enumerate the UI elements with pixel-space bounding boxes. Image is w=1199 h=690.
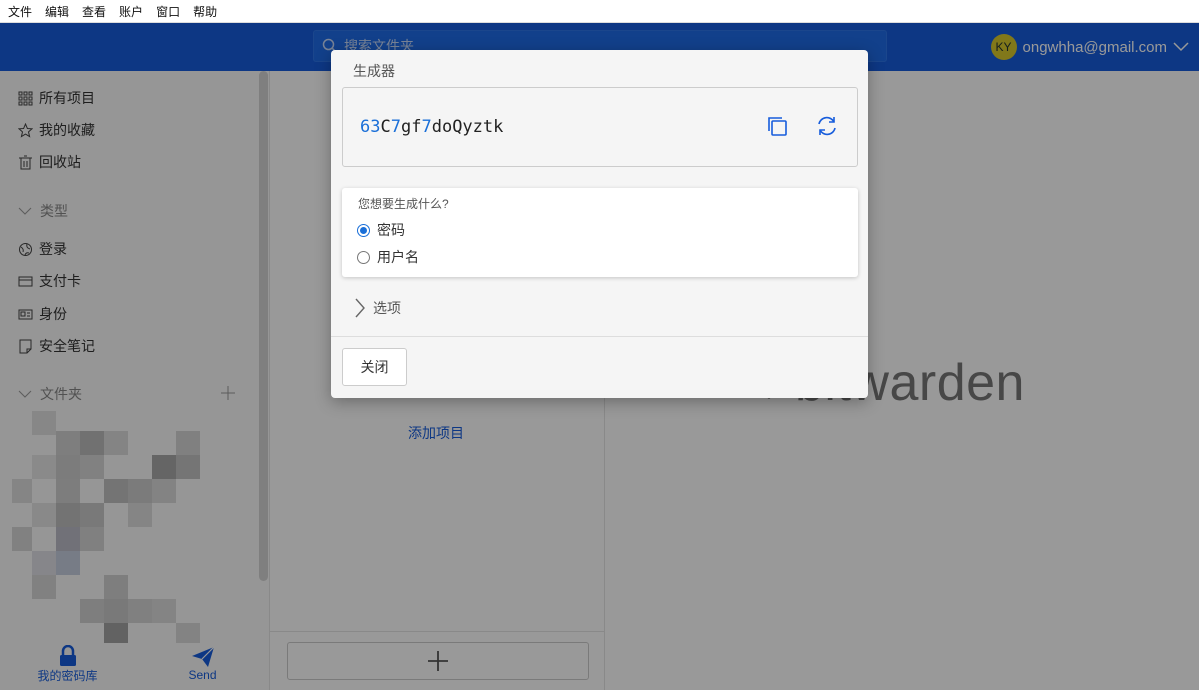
generated-password[interactable]: 63C7gf7doQyztk [360,117,503,137]
password-letters: C [380,117,391,137]
menu-file[interactable]: 文件 [8,3,32,20]
radio-option-password[interactable]: 密码 [357,220,405,240]
password-letters: doQyztk [431,117,504,137]
dialog-title: 生成器 [353,63,395,79]
options-label: 选项 [373,300,401,316]
generator-dialog: 生成器 63C7gf7doQyztk 您想要生成什么? 密码 用户名 选项 关闭 [331,50,868,398]
password-digits: 63 [360,117,381,137]
radio-button[interactable] [357,250,370,264]
menu-view[interactable]: 查看 [82,3,106,20]
options-toggle[interactable]: 选项 [355,298,401,318]
radio-button[interactable] [357,223,370,237]
copy-icon [768,117,787,136]
menu-window[interactable]: 窗口 [156,3,180,20]
chevron-right-icon [355,298,365,318]
generated-password-box: 63C7gf7doQyztk [342,87,858,167]
password-digits: 7 [390,117,401,137]
menu-bar: 文件 编辑 查看 账户 窗口 帮助 [0,0,1199,23]
generate-type-card: 您想要生成什么? 密码 用户名 [342,188,858,277]
password-digits: 7 [421,117,432,137]
close-button[interactable]: 关闭 [342,348,407,386]
password-letters: gf [400,117,422,137]
menu-edit[interactable]: 编辑 [45,3,69,20]
radio-label: 用户名 [377,249,419,265]
radio-option-username[interactable]: 用户名 [357,247,419,267]
refresh-icon [818,116,836,136]
menu-help[interactable]: 帮助 [193,3,217,20]
copy-button[interactable] [765,114,789,138]
menu-account[interactable]: 账户 [119,3,143,20]
dialog-footer-divider [331,336,868,337]
generate-type-question: 您想要生成什么? [358,197,449,211]
radio-label: 密码 [377,222,405,238]
regenerate-button[interactable] [815,114,839,138]
